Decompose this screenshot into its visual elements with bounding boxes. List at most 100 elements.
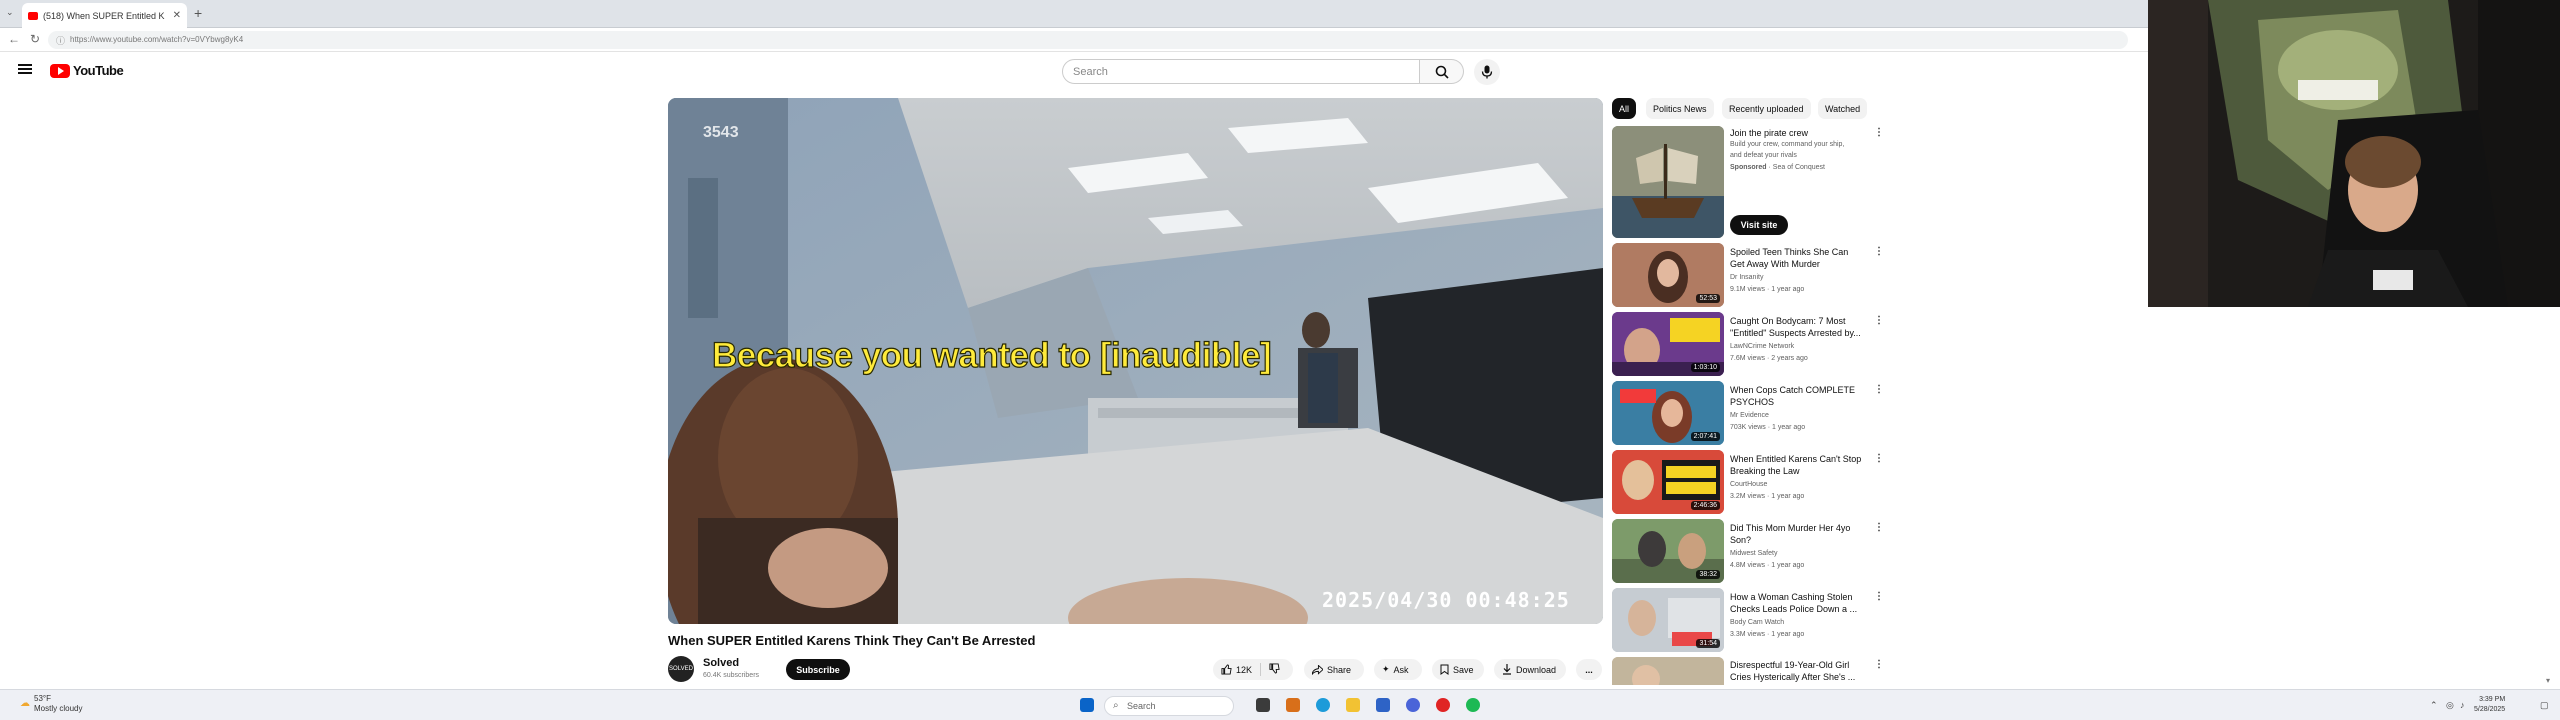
ask-button[interactable]: ✦ Ask (1374, 659, 1422, 680)
thumbs-down-icon (1269, 663, 1280, 674)
volume-icon[interactable]: ♪ (2460, 700, 2465, 710)
rec-title[interactable]: Caught On Bodycam: 7 Most "Entitled" Susp… (1730, 315, 1870, 339)
rec-thumbnail[interactable]: 38:32 (1612, 519, 1724, 583)
copilot-icon[interactable] (1286, 698, 1300, 712)
tab-title: (518) When SUPER Entitled K (43, 10, 165, 21)
ad-thumbnail[interactable] (1612, 126, 1724, 238)
rec-thumbnail[interactable]: 52:53 (1612, 243, 1724, 307)
dislike-button[interactable] (1269, 663, 1280, 676)
rec-title[interactable]: Did This Mom Murder Her 4yo Son? (1730, 522, 1870, 546)
chip-watched[interactable]: Watched (1818, 98, 1868, 119)
rec-thumbnail[interactable] (1612, 657, 1724, 685)
back-arrow-icon[interactable]: ← (8, 32, 20, 46)
rec-channel[interactable]: Mr Evidence (1730, 412, 1769, 419)
notifications-icon[interactable]: ▢ (2540, 700, 2549, 711)
store-icon[interactable] (1376, 698, 1390, 712)
like-button[interactable]: 12K (1221, 664, 1252, 675)
tab-list-chevron-icon[interactable]: ⌄ (6, 7, 14, 18)
file-explorer-icon[interactable] (1346, 698, 1360, 712)
rec-more-options-icon[interactable]: ⋮ (1874, 384, 1884, 395)
rec-meta: 703K views · 1 year ago (1730, 424, 1806, 431)
search-button[interactable] (1420, 59, 1464, 84)
clock-time: 3:39 PM (2479, 696, 2506, 703)
rec-more-options-icon[interactable]: ⋮ (1874, 246, 1884, 257)
save-label: Save (1453, 664, 1474, 675)
like-dislike-group: 12K (1213, 659, 1293, 680)
browser-tab-bar: ⌄ (518) When SUPER Entitled K ✕ + (0, 0, 2148, 28)
rec-thumbnail[interactable]: 2:46:36 (1612, 450, 1724, 514)
url-text: https://www.youtube.com/watch?v=0VYbwg8y… (70, 35, 244, 44)
network-icon[interactable]: ◎ (2446, 700, 2454, 711)
edge-browser-icon[interactable] (1316, 698, 1330, 712)
close-tab-icon[interactable]: ✕ (173, 10, 181, 21)
chrome-icon[interactable] (1436, 698, 1450, 712)
share-button[interactable]: Share (1304, 659, 1364, 680)
rec-more-options-icon[interactable]: ⋮ (1874, 522, 1884, 533)
rec-more-options-icon[interactable]: ⋮ (1874, 315, 1884, 326)
weather-condition: Mostly cloudy (34, 704, 83, 713)
spotify-icon[interactable] (1466, 698, 1480, 712)
chip-all[interactable]: All (1612, 98, 1637, 119)
rec-duration: 1:03:10 (1690, 363, 1720, 372)
search-input[interactable]: Search (1062, 59, 1420, 84)
rec-channel[interactable]: CourtHouse (1730, 481, 1767, 488)
rec-channel[interactable]: Dr Insanity (1730, 274, 1763, 281)
channel-name[interactable]: Solved (703, 657, 739, 669)
rec-more-options-icon[interactable]: ⋮ (1874, 659, 1884, 670)
rec-channel[interactable]: Midwest Safety (1730, 550, 1777, 557)
bookmark-icon (1440, 664, 1449, 675)
scroll-down-icon[interactable]: ▾ (2546, 676, 2550, 685)
rec-title[interactable]: When Entitled Karens Can't Stop Breaking … (1730, 453, 1870, 477)
task-view-icon[interactable] (1256, 698, 1270, 712)
download-button[interactable]: Download (1494, 659, 1566, 680)
taskbar-search-label: Search (1127, 701, 1156, 711)
video-timestamp-overlay: 2025/04/30 00:48:25 (1322, 588, 1570, 612)
new-tab-button[interactable]: + (194, 5, 202, 21)
visit-site-button[interactable]: Visit site (1730, 215, 1788, 235)
rec-more-options-icon[interactable]: ⋮ (1874, 453, 1884, 464)
chip-recently-uploaded[interactable]: Recently uploaded (1722, 98, 1811, 119)
reload-icon[interactable]: ↻ (30, 32, 40, 46)
search-icon (1435, 65, 1449, 79)
rec-channel[interactable]: LawNCrime Network (1730, 343, 1794, 350)
ad-title[interactable]: Join the pirate crew (1730, 127, 1870, 139)
rec-thumbnail[interactable]: 1:03:10 (1612, 312, 1724, 376)
rec-thumbnail[interactable]: 2:07:41 (1612, 381, 1724, 445)
rec-meta: 7.6M views · 2 years ago (1730, 355, 1808, 362)
rec-meta: 3.2M views · 1 year ago (1730, 493, 1805, 500)
url-field[interactable]: ⓘ https://www.youtube.com/watch?v=0VYbwg… (48, 31, 2128, 49)
chip-politics-news[interactable]: Politics News (1646, 98, 1714, 119)
voice-search-button[interactable] (1474, 59, 1500, 85)
youtube-logo-text: YouTube (73, 63, 124, 78)
browser-tab-active[interactable]: (518) When SUPER Entitled K ✕ (22, 3, 187, 28)
more-actions-button[interactable]: ... (1576, 659, 1602, 680)
ad-description-line-2: and defeat your rivals (1730, 152, 1797, 159)
rec-more-options-icon[interactable]: ⋮ (1874, 591, 1884, 602)
teams-icon[interactable] (1406, 698, 1420, 712)
rec-title[interactable]: Disrespectful 19-Year-Old Girl Cries Hyst… (1730, 659, 1870, 683)
like-count: 12K (1236, 664, 1253, 675)
channel-subscriber-count: 60.4K subscribers (703, 672, 760, 679)
youtube-logo[interactable]: YouTube (50, 63, 124, 78)
taskbar-clock[interactable]: 3:39 PM 5/28/2025 (2474, 695, 2505, 715)
rec-channel[interactable]: Body Cam Watch (1730, 619, 1784, 626)
ad-more-options-icon[interactable]: ⋮ (1874, 127, 1884, 138)
rec-duration: 38:32 (1696, 570, 1720, 579)
taskbar-search-box[interactable]: ⌕ Search (1104, 696, 1234, 716)
rec-title[interactable]: When Cops Catch COMPLETE PSYCHOS (1730, 384, 1870, 408)
rec-title[interactable]: Spoiled Teen Thinks She Can Get Away With… (1730, 246, 1870, 270)
webcam-image (2148, 0, 2560, 307)
video-player[interactable]: 3543 Because you wanted to [inaudible] 2… (668, 98, 1603, 624)
save-button[interactable]: Save (1432, 659, 1484, 680)
channel-avatar[interactable]: SOLVED (668, 656, 694, 682)
subscribe-button[interactable]: Subscribe (786, 659, 850, 680)
rec-title[interactable]: How a Woman Cashing Stolen Checks Leads P… (1730, 591, 1870, 615)
weather-widget[interactable]: ☁ 53°F Mostly cloudy (20, 694, 82, 714)
rec-thumbnail[interactable]: 31:54 (1612, 588, 1724, 652)
share-arrow-icon (1312, 664, 1323, 675)
tray-chevron-icon[interactable]: ⌃ (2430, 700, 2438, 711)
menu-hamburger-icon[interactable] (18, 64, 32, 74)
windows-start-icon[interactable] (1080, 698, 1094, 712)
windows-taskbar: ☁ 53°F Mostly cloudy ⌕ Search ⌃ ◎ ♪ 3:39… (0, 689, 2560, 720)
site-info-icon[interactable]: ⓘ (56, 34, 65, 47)
